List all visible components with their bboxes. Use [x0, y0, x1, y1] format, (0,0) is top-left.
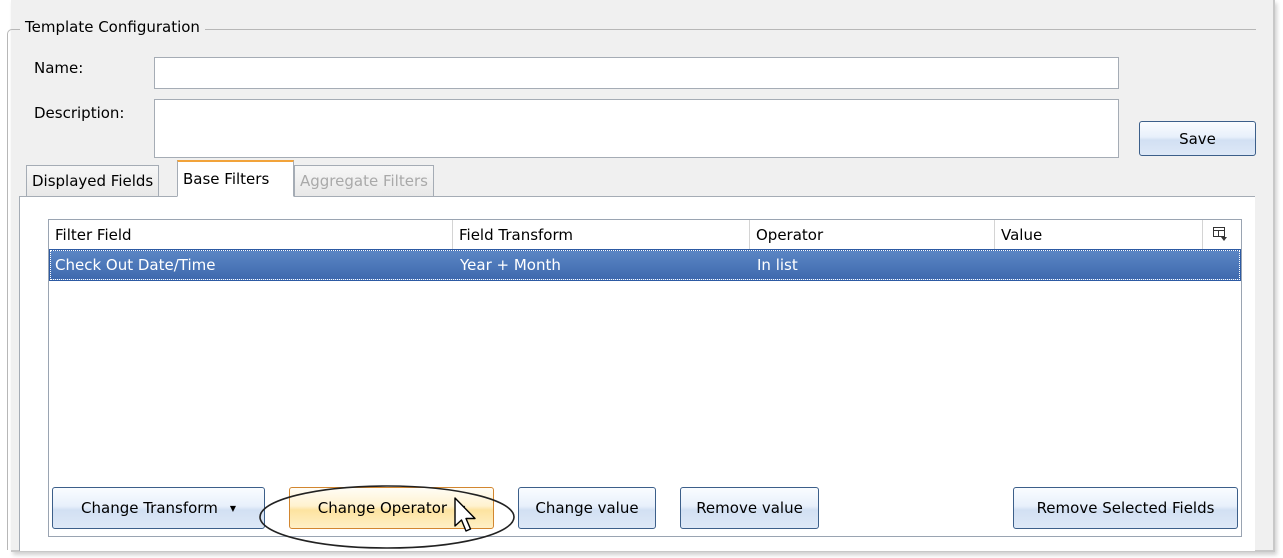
- column-header-filter-field[interactable]: Filter Field: [49, 220, 453, 249]
- description-textarea[interactable]: [154, 99, 1119, 158]
- column-header-operator-label: Operator: [756, 225, 824, 244]
- remove-selected-fields-label: Remove Selected Fields: [1036, 499, 1215, 517]
- save-button-label: Save: [1179, 129, 1216, 148]
- column-header-value[interactable]: Value: [995, 220, 1203, 249]
- remove-selected-fields-button[interactable]: Remove Selected Fields: [1013, 487, 1238, 529]
- change-transform-button[interactable]: Change Transform ▼: [52, 487, 265, 529]
- cell-operator: In list: [757, 256, 798, 274]
- change-transform-label: Change Transform: [81, 499, 218, 517]
- cell-filter-field: Check Out Date/Time: [55, 256, 216, 274]
- chevron-down-icon: ▼: [459, 503, 466, 513]
- change-value-label: Change value: [535, 499, 639, 517]
- tab-aggregate-filters-label: Aggregate Filters: [300, 172, 428, 190]
- column-header-field-transform[interactable]: Field Transform: [453, 220, 750, 249]
- change-operator-label: Change Operator: [317, 499, 448, 517]
- cell-field-transform: Year + Month: [460, 256, 561, 274]
- tab-displayed-fields[interactable]: Displayed Fields: [26, 165, 160, 196]
- name-label: Name:: [34, 59, 84, 77]
- tab-aggregate-filters: Aggregate Filters: [294, 165, 434, 196]
- column-header-value-label: Value: [1001, 225, 1043, 244]
- tab-base-filters[interactable]: Base Filters: [177, 160, 294, 197]
- change-value-button[interactable]: Change value: [518, 487, 656, 529]
- remove-value-label: Remove value: [696, 499, 803, 517]
- save-button[interactable]: Save: [1139, 121, 1256, 156]
- table-row[interactable]: Check Out Date/Time Year + Month In list: [49, 249, 1241, 281]
- cell-value: [998, 251, 1002, 279]
- group-title: Template Configuration: [20, 18, 205, 36]
- chevron-down-icon: ▼: [229, 503, 236, 513]
- column-header-field-transform-label: Field Transform: [459, 225, 574, 244]
- column-header-filter-field-label: Filter Field: [55, 225, 132, 244]
- grid-header: Filter Field Field Transform Operator Va…: [49, 220, 1241, 250]
- description-label: Description:: [34, 104, 125, 122]
- change-operator-button[interactable]: Change Operator ▼: [289, 487, 494, 529]
- name-input[interactable]: [154, 57, 1119, 89]
- remove-value-button[interactable]: Remove value: [680, 487, 819, 529]
- column-chooser-icon[interactable]: [1212, 226, 1228, 242]
- tab-base-filters-label: Base Filters: [183, 170, 270, 188]
- column-header-operator[interactable]: Operator: [750, 220, 995, 249]
- tab-displayed-fields-label: Displayed Fields: [32, 172, 154, 190]
